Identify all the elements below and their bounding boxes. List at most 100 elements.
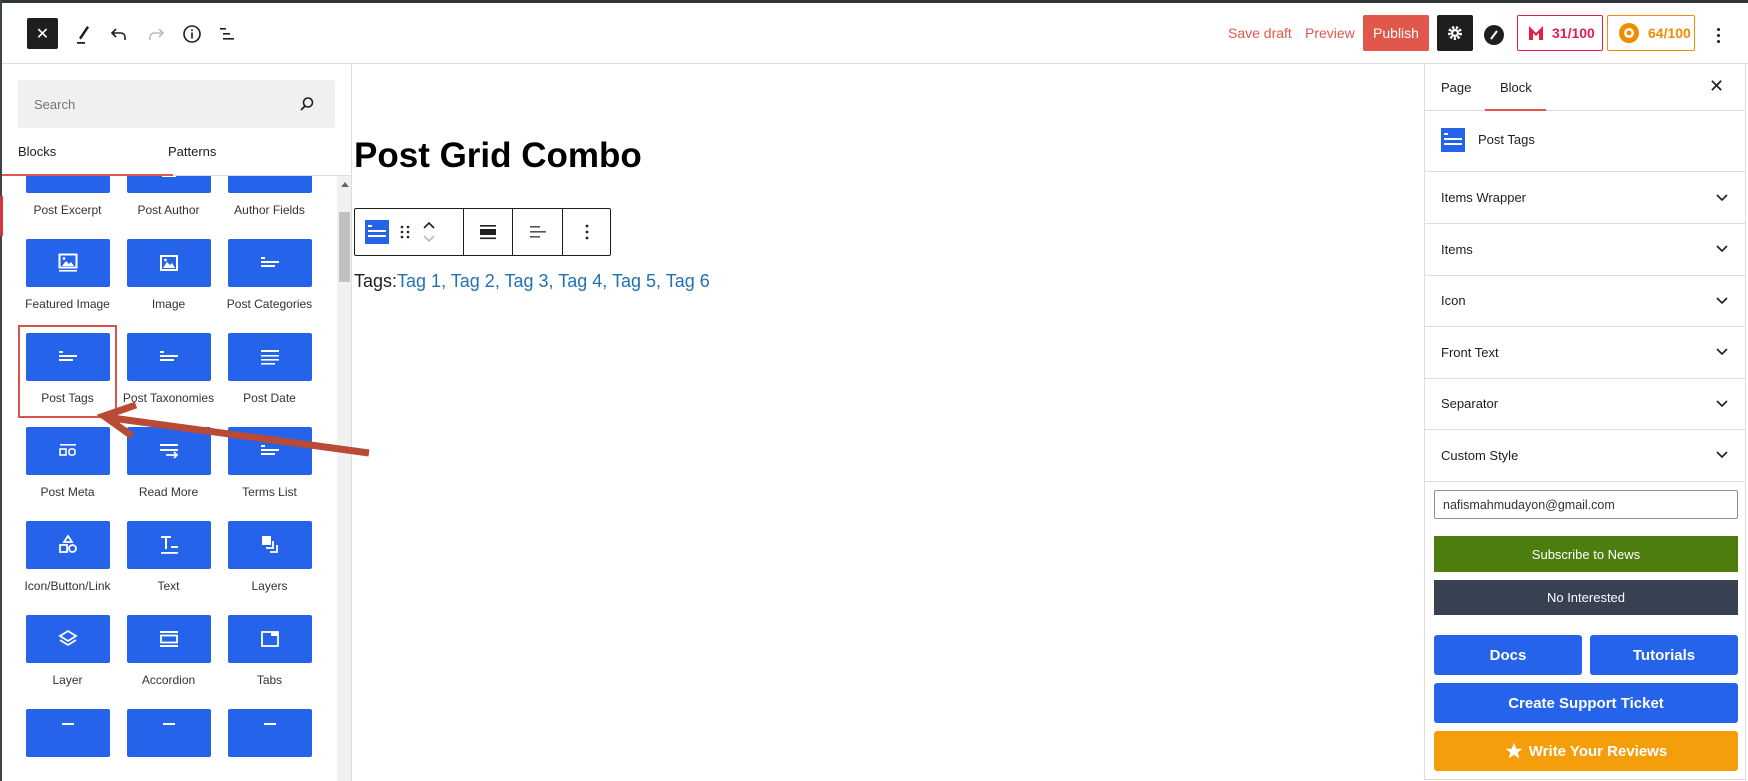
block-icon (162, 723, 175, 725)
block-item-post-meta[interactable]: Post Meta (17, 427, 118, 521)
block-tile[interactable] (126, 709, 211, 757)
featured-image-icon (58, 253, 77, 272)
block-label: Post Author (137, 203, 200, 217)
list-view-button[interactable] (211, 18, 243, 50)
block-tile[interactable] (126, 615, 211, 663)
block-tile[interactable] (227, 239, 312, 287)
block-tile[interactable] (227, 427, 312, 475)
block-tile[interactable] (126, 427, 211, 475)
tab-patterns[interactable]: Patterns (168, 144, 216, 159)
block-item-icon-button-link[interactable]: Icon/Button/Link (17, 521, 118, 615)
tag-link[interactable]: Tag 3 (505, 271, 549, 291)
write-reviews-button[interactable]: Write Your Reviews (1434, 731, 1738, 771)
block-item-post-tags[interactable]: Post Tags (17, 325, 118, 427)
block-item-author-fields[interactable]: Author Fields (219, 176, 320, 239)
subscribe-button[interactable]: Subscribe to News (1434, 536, 1738, 572)
drag-handle-icon[interactable] (399, 224, 411, 240)
align-button[interactable] (464, 209, 513, 255)
close-sidebar-button[interactable]: ✕ (1709, 76, 1724, 97)
scrollbar-thumb[interactable] (339, 212, 350, 282)
text-align-button[interactable] (513, 209, 563, 255)
tab-block[interactable]: Block (1500, 80, 1532, 95)
options-button[interactable] (1710, 21, 1726, 49)
scroll-up-icon[interactable] (341, 182, 349, 187)
block-tile[interactable] (227, 615, 312, 663)
scrollbar[interactable] (337, 176, 351, 781)
panel-items[interactable]: Items (1425, 224, 1745, 276)
block-item-tabs[interactable]: Tabs (219, 615, 320, 709)
block-tile[interactable] (227, 333, 312, 381)
tag-link[interactable]: Tag 1 (397, 271, 441, 291)
post-tags-block-icon[interactable] (365, 220, 389, 244)
block-item-featured-image[interactable]: Featured Image (17, 239, 118, 333)
readability-score-button[interactable]: 64/100 (1607, 15, 1695, 51)
panel-title: Front Text (1441, 344, 1499, 360)
move-up-down-icon[interactable] (421, 218, 437, 246)
block-tile[interactable] (25, 427, 110, 475)
block-item-more-18[interactable] (17, 709, 118, 781)
tools-button[interactable] (67, 18, 99, 50)
block-item-accordion[interactable]: Accordion (118, 615, 219, 709)
block-item-more-19[interactable] (118, 709, 219, 781)
tag-link[interactable]: Tag 2 (451, 271, 495, 291)
block-item-post-excerpt[interactable]: Post Excerpt (17, 176, 118, 239)
post-tags-block[interactable]: Tags:Tag 1, Tag 2, Tag 3, Tag 4, Tag 5, … (354, 271, 710, 292)
block-tile[interactable] (126, 521, 211, 569)
undo-button[interactable] (103, 18, 135, 50)
redo-button[interactable] (140, 18, 172, 50)
seo-score-button[interactable]: 31/100 (1517, 15, 1603, 51)
block-tile[interactable] (25, 239, 110, 287)
save-draft-button[interactable]: Save draft (1228, 25, 1292, 41)
panel-items-wrapper[interactable]: Items Wrapper (1425, 172, 1745, 224)
preview-button[interactable]: Preview (1305, 25, 1355, 41)
settings-button[interactable] (1437, 15, 1473, 51)
block-tile[interactable] (126, 176, 211, 193)
tag-link[interactable]: Tag 6 (666, 271, 710, 291)
block-item-layers[interactable]: Layers (219, 521, 320, 615)
block-tile[interactable] (227, 176, 312, 193)
email-field[interactable] (1434, 490, 1738, 519)
block-search-input[interactable]: Search (18, 80, 335, 128)
block-tile[interactable] (227, 709, 312, 757)
plugin-button[interactable] (1484, 25, 1504, 45)
block-item-read-more[interactable]: Read More (118, 427, 219, 521)
tag-link[interactable]: Tag 5 (612, 271, 656, 291)
block-item-layer[interactable]: Layer (17, 615, 118, 709)
block-tile[interactable] (25, 615, 110, 663)
block-item-image[interactable]: Image (118, 239, 219, 333)
redo-icon (149, 28, 165, 40)
panel-front-text[interactable]: Front Text (1425, 327, 1745, 379)
block-item-more-20[interactable] (219, 709, 320, 781)
support-ticket-button[interactable]: Create Support Ticket (1434, 683, 1738, 723)
block-item-post-author[interactable]: Post Author (118, 176, 219, 239)
panel-icon[interactable]: Icon (1425, 275, 1745, 327)
docs-button[interactable]: Docs (1434, 635, 1582, 675)
block-item-post-categories[interactable]: Post Categories (219, 239, 320, 333)
tab-page[interactable]: Page (1441, 80, 1471, 95)
block-tile[interactable] (25, 176, 110, 193)
panel-separator[interactable]: Separator (1425, 378, 1745, 430)
more-options-button[interactable] (563, 209, 610, 255)
block-tile[interactable] (25, 521, 110, 569)
terms-icon (159, 351, 178, 361)
publish-button[interactable]: Publish (1363, 15, 1429, 51)
block-tile[interactable] (126, 239, 211, 287)
block-item-terms-list[interactable]: Terms List (219, 427, 320, 521)
block-item-post-taxonomies[interactable]: Post Taxonomies (118, 333, 219, 427)
not-interested-button[interactable]: No Interested (1434, 580, 1738, 615)
block-tile[interactable] (25, 709, 110, 757)
close-inserter-button[interactable]: ✕ (27, 18, 58, 49)
block-label: Text (157, 579, 180, 593)
block-tile[interactable] (126, 333, 211, 381)
panel-custom-style[interactable]: Custom Style (1425, 430, 1745, 482)
tag-link[interactable]: Tag 4 (558, 271, 602, 291)
tab-blocks[interactable]: Blocks (18, 144, 56, 159)
block-item-text[interactable]: Text (118, 521, 219, 615)
block-tile[interactable] (227, 521, 312, 569)
post-title[interactable]: Post Grid Combo (354, 136, 642, 176)
readability-score: 64/100 (1648, 25, 1691, 41)
block-item-post-date[interactable]: Post Date (219, 333, 320, 427)
block-icon (61, 723, 74, 725)
tutorials-button[interactable]: Tutorials (1590, 635, 1738, 675)
details-button[interactable] (176, 18, 208, 50)
